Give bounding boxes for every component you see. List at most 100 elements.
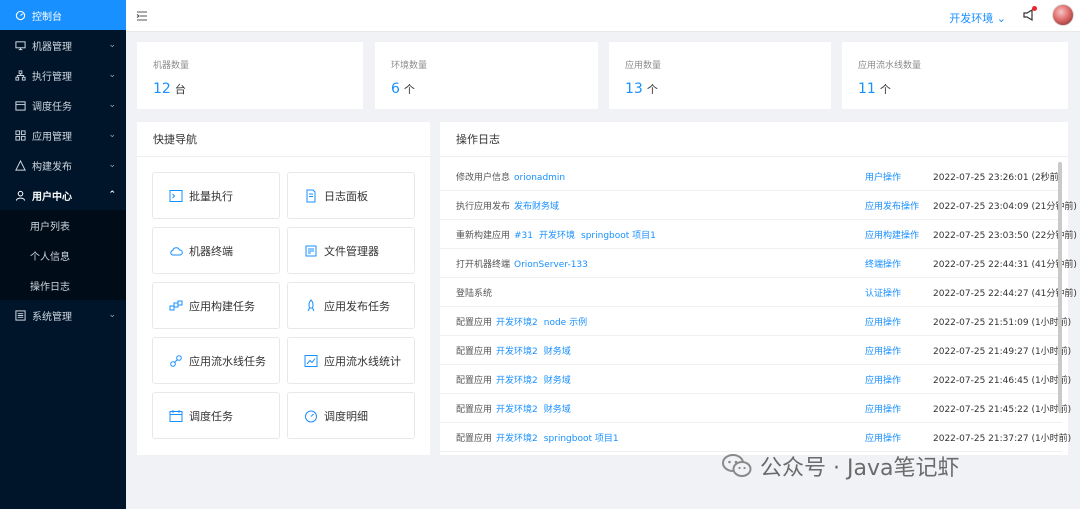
log-link[interactable]: node 示例: [544, 318, 587, 328]
log-link[interactable]: 财务域: [544, 405, 571, 415]
log-type-link[interactable]: 应用操作: [865, 402, 901, 415]
log-link[interactable]: springboot 项目1: [544, 434, 619, 444]
log-row: 配置应用 开发环境2 财务域 应用操作 2022-07-25 21:45:22 (1小时…: [440, 394, 1071, 423]
sidebar-subitem-operation-log[interactable]: 操作日志: [0, 270, 126, 300]
log-description: 重新构建应用 #31 开发环境 springboot 项目1: [456, 228, 656, 241]
quick-nav-label: 机器终端: [189, 244, 233, 258]
sidebar-item-label: 应用管理: [32, 131, 72, 143]
log-row: 重新构建应用 #31 开发环境 springboot 项目1 应用构建操作 2022-07…: [440, 220, 1077, 249]
quick-nav-label: 应用构建任务: [189, 299, 255, 313]
log-link[interactable]: 开发环境2: [496, 318, 538, 328]
log-row: 配置应用 开发环境2 node 示例 应用操作 2022-07-25 21:51:09 …: [440, 307, 1071, 336]
chevron-up-icon: ⌃: [108, 190, 116, 200]
quick-nav-schedule-detail[interactable]: 调度明细: [287, 392, 415, 439]
wechat-icon: [722, 454, 752, 477]
log-row: 配置应用 开发环境2 springboot 项目1 应用操作 2022-07-25 21…: [440, 423, 1071, 452]
quick-nav-pipeline-task[interactable]: 应用流水线任务: [152, 337, 280, 384]
log-link[interactable]: springboot 项目1: [581, 231, 656, 241]
quick-nav-pipeline-stats[interactable]: 应用流水线统计: [287, 337, 415, 384]
log-time: 2022-07-25 23:26:01 (2秒前): [933, 172, 1063, 183]
log-link[interactable]: #31: [514, 231, 533, 241]
log-row: 修改用户信息 orionadmin 用户操作 2022-07-25 23:26:01 …: [440, 162, 1062, 191]
quick-nav-build-task[interactable]: 应用构建任务: [152, 282, 280, 329]
environment-label: 开发环境: [949, 12, 994, 25]
sidebar-item-label: 构建发布: [32, 161, 72, 173]
folder-icon: [304, 244, 318, 258]
log-description: 登陆系统: [456, 286, 492, 299]
log-type-link[interactable]: 应用发布操作: [865, 199, 919, 212]
sidebar-item-build[interactable]: 构建发布 ⌄: [0, 150, 126, 180]
settings-icon: [14, 309, 26, 321]
stat-card-pipelines: 应用流水线数量 11 个: [842, 42, 1068, 109]
log-description: 配置应用 开发环境2 node 示例: [456, 315, 587, 328]
apps-icon: [14, 129, 26, 141]
log-link[interactable]: 财务域: [544, 347, 571, 357]
stat-card-environments: 环境数量 6个: [375, 42, 598, 109]
quick-nav-label: 文件管理器: [324, 244, 379, 258]
log-link[interactable]: 开发环境2: [496, 405, 538, 415]
log-type-link[interactable]: 应用构建操作: [865, 228, 919, 241]
log-link[interactable]: 开发环境: [539, 231, 575, 241]
log-action: 重新构建应用: [456, 230, 511, 241]
log-type-link[interactable]: 应用操作: [865, 373, 901, 386]
log-scrollbar[interactable]: [1058, 162, 1062, 412]
log-type-link[interactable]: 应用操作: [865, 315, 901, 328]
log-row: 打开机器终端 OrionServer-133 终端操作 2022-07-25 22:4…: [440, 249, 1077, 278]
log-link[interactable]: 发布财务域: [514, 202, 559, 212]
chevron-down-icon: ⌄: [108, 160, 116, 170]
environment-select[interactable]: 开发环境 ⌄: [949, 10, 1006, 26]
chart-icon: [304, 354, 318, 368]
log-link[interactable]: 财务域: [544, 376, 571, 386]
sidebar-item-label: 系统管理: [32, 311, 72, 323]
quick-nav-panel: 快捷导航 批量执行 日志面板 机器终端 文件管理器 应用构建任务 应用发布任务 …: [137, 122, 430, 455]
sidebar-item-label: 用户中心: [32, 191, 72, 203]
quick-nav-file-manager[interactable]: 文件管理器: [287, 227, 415, 274]
sidebar-item-execution[interactable]: 执行管理 ⌄: [0, 60, 126, 90]
quick-nav-batch-exec[interactable]: 批量执行: [152, 172, 280, 219]
quick-nav-release-task[interactable]: 应用发布任务: [287, 282, 415, 329]
quick-nav-log-panel[interactable]: 日志面板: [287, 172, 415, 219]
log-type-link[interactable]: 应用操作: [865, 344, 901, 357]
sidebar-item-label: 机器管理: [32, 41, 72, 53]
operation-log-panel: 操作日志 修改用户信息 orionadmin 用户操作 2022-07-25 23:2…: [440, 122, 1077, 455]
log-type-link[interactable]: 用户操作: [865, 170, 901, 183]
sidebar-item-apps[interactable]: 应用管理 ⌄: [0, 120, 126, 150]
log-link[interactable]: 开发环境2: [496, 376, 538, 386]
log-description: 执行应用发布 发布财务域: [456, 199, 559, 212]
log-row: 配置应用 开发环境2 财务域 应用操作 2022-07-25 21:49:27 (1小时…: [440, 336, 1071, 365]
log-link[interactable]: OrionServer-133: [514, 260, 588, 270]
log-link[interactable]: 开发环境2: [496, 347, 538, 357]
log-time: 2022-07-25 23:04:09 (21分钟前): [933, 201, 1077, 212]
log-link[interactable]: 开发环境2: [496, 434, 538, 444]
sidebar-item-schedule[interactable]: 调度任务 ⌄: [0, 90, 126, 120]
quick-nav-label: 应用发布任务: [324, 299, 390, 313]
operation-log-title: 操作日志: [440, 122, 1068, 157]
quick-nav-terminal[interactable]: 机器终端: [152, 227, 280, 274]
sidebar-item-label: 执行管理: [32, 71, 72, 83]
log-time: 2022-07-25 21:45:22 (1小时前): [933, 404, 1072, 415]
menu-collapse-icon[interactable]: [136, 10, 148, 22]
sidebar-subitem-profile[interactable]: 个人信息: [0, 240, 126, 270]
sidebar-item-users[interactable]: 用户中心 ⌃: [0, 180, 126, 210]
log-action: 登陆系统: [456, 288, 493, 299]
sidebar-subitem-user-list[interactable]: 用户列表: [0, 210, 126, 240]
log-description: 配置应用 开发环境2 springboot 项目1: [456, 431, 619, 444]
terminal-icon: [169, 189, 183, 203]
sidebar: 控制台 机器管理 ⌄ 执行管理 ⌄ 调度任务 ⌄ 应用管理 ⌄ 构建发布 ⌄ 用…: [0, 0, 126, 509]
log-action: 执行应用发布: [456, 201, 511, 212]
sidebar-item-dashboard[interactable]: 控制台: [0, 0, 126, 30]
stat-label: 环境数量: [391, 61, 428, 71]
log-action: 配置应用: [456, 317, 493, 328]
quick-nav-schedule-task[interactable]: 调度任务: [152, 392, 280, 439]
sidebar-item-system[interactable]: 系统管理 ⌄: [0, 300, 126, 330]
log-type-link[interactable]: 终端操作: [865, 257, 901, 270]
stat-value: 6个: [391, 81, 415, 97]
sidebar-item-machines[interactable]: 机器管理 ⌄: [0, 30, 126, 60]
log-type-link[interactable]: 应用操作: [865, 431, 901, 444]
log-time: 2022-07-25 21:46:45 (1小时前): [933, 375, 1072, 386]
avatar[interactable]: [1052, 4, 1074, 26]
log-link[interactable]: orionadmin: [514, 173, 565, 183]
stat-card-machines: 机器数量 12 台: [137, 42, 363, 109]
log-type-link[interactable]: 认证操作: [865, 286, 901, 299]
log-action: 配置应用: [456, 375, 493, 386]
